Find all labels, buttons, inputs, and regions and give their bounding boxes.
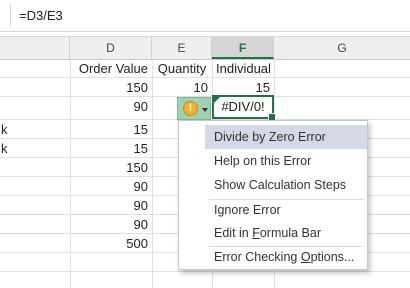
chevron-down-icon bbox=[202, 108, 208, 112]
error-value-cell[interactable]: #DIV/0! bbox=[212, 95, 274, 119]
menu-item-label-part: ptions... bbox=[310, 250, 355, 264]
menu-item-help-on-this-error[interactable]: Help on this Error bbox=[205, 149, 367, 173]
column-header-e[interactable]: E bbox=[152, 37, 212, 59]
header-quantity[interactable]: Quantity bbox=[152, 59, 212, 78]
cell-d-order-value[interactable]: 15 bbox=[70, 120, 152, 139]
column-header-row: D E F G bbox=[0, 36, 410, 60]
menu-item-accelerator: O bbox=[300, 250, 311, 264]
menu-item-divide-by-zero-error[interactable]: Divide by Zero Error bbox=[205, 125, 367, 149]
menu-item-accelerator: F bbox=[252, 226, 260, 240]
column-header-d[interactable]: D bbox=[70, 37, 152, 59]
cell-d-order-value[interactable]: 150 bbox=[70, 158, 152, 177]
gridline bbox=[0, 271, 410, 272]
cell-d-order-value[interactable]: 90 bbox=[70, 97, 152, 116]
cell-d-order-value[interactable]: 15 bbox=[70, 139, 152, 158]
warning-icon: ! bbox=[183, 101, 198, 116]
menu-item-label-part: ormula Bar bbox=[259, 226, 321, 240]
cell-d-order-value[interactable]: 90 bbox=[70, 177, 152, 196]
column-header-f[interactable]: F bbox=[212, 37, 274, 59]
error-options-button[interactable]: ! bbox=[177, 97, 211, 120]
column-header-g[interactable]: G bbox=[274, 37, 410, 59]
cell-e-quantity[interactable]: 10 bbox=[152, 78, 212, 97]
cell-left-fragment[interactable]: k bbox=[0, 139, 20, 158]
formula-bar-divider bbox=[10, 4, 11, 26]
cell-d-order-value[interactable]: 500 bbox=[70, 234, 152, 253]
cell-d-order-value[interactable]: 90 bbox=[70, 196, 152, 215]
error-context-menu: Divide by Zero Error Help on this Error … bbox=[178, 120, 368, 270]
formula-text[interactable]: =D3/E3 bbox=[19, 8, 63, 23]
menu-item-ignore-error[interactable]: Ignore Error bbox=[205, 198, 367, 222]
column-header-partial[interactable] bbox=[0, 37, 70, 59]
menu-item-edit-in-formula-bar[interactable]: Edit in Formula Bar bbox=[205, 221, 367, 245]
cell-d-order-value[interactable]: 90 bbox=[70, 215, 152, 234]
cell-left-fragment[interactable]: k bbox=[0, 120, 20, 139]
menu-item-label-part: Edit in bbox=[214, 226, 253, 240]
menu-item-show-calculation-steps[interactable]: Show Calculation Steps bbox=[205, 173, 367, 197]
menu-item-error-checking-options[interactable]: Error Checking Options... bbox=[205, 245, 367, 269]
header-order-value[interactable]: Order Value bbox=[70, 59, 152, 78]
cell-d-order-value[interactable]: 150 bbox=[70, 78, 152, 97]
menu-item-label-part: Error Checking bbox=[214, 250, 301, 264]
formula-bar[interactable]: =D3/E3 bbox=[0, 0, 410, 32]
header-individual[interactable]: Individual bbox=[212, 59, 274, 78]
menu-gutter bbox=[179, 121, 205, 269]
